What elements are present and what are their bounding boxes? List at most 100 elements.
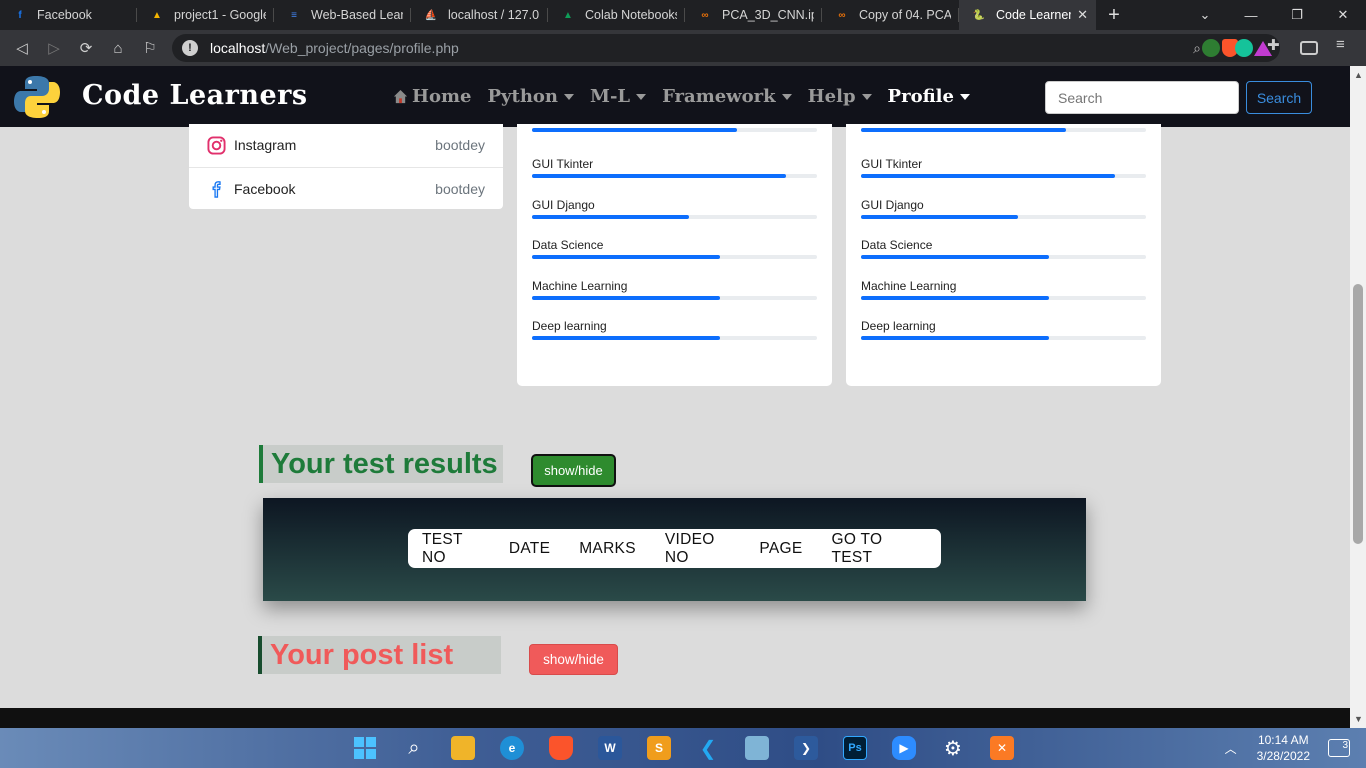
wallet-icon[interactable] [1300,41,1318,55]
skill-progress-fill [532,215,689,219]
skill-label: Data Science [861,238,933,252]
browser-tab[interactable]: ⛵ localhost / 127.0.0.1 [411,0,548,30]
extension-icon[interactable] [1202,39,1220,57]
bookmark-icon[interactable]: ⚐ [134,39,166,57]
scrollbar-thumb[interactable] [1353,284,1363,544]
skill-progress-bar [532,174,817,178]
tab-title: PCA_3D_CNN.ipynb [722,8,814,22]
browser-tab[interactable]: ≡ Web-Based Learning [274,0,411,30]
google-drive-icon: ▲ [152,9,162,21]
caret-down-icon [781,93,792,100]
browser-tab[interactable]: ▲ project1 - Google Drive [137,0,274,30]
column-header: VIDEO NO [664,530,715,566]
skill-label: GUI Tkinter [861,157,923,171]
browser-toolbar: ◁ ▷ ⟳ ⌂ ⚐ ! localhost /Web_project/pages… [0,30,1366,66]
extensions-puzzle-icon[interactable]: ✚ [1267,36,1285,54]
skill-label: Data Science [532,238,604,252]
url-path: /Web_project/pages/profile.php [265,40,459,56]
powershell-icon[interactable]: ❯ [794,736,818,760]
skill-progress-bar [532,128,817,132]
nav-item-m-l[interactable]: M-L [590,86,647,107]
skills-card: GUI Tkinter GUI Django Data Science Machine… [517,124,832,386]
back-icon[interactable]: ◁ [6,39,38,57]
reload-icon[interactable]: ⟳ [70,39,102,57]
nav-label: Profile [887,86,954,107]
google-docs-icon: ≡ [291,9,297,21]
python-logo-icon[interactable] [14,74,60,120]
site-search-input[interactable] [1045,81,1239,114]
restore-icon[interactable]: ❐ [1274,7,1320,23]
site-brand[interactable]: Code Learners [82,80,308,111]
skill-label: Machine Learning [532,279,628,293]
social-value: bootdey [435,137,485,153]
browser-tab-active[interactable]: 🐍 Code Learners ✕ [959,0,1096,30]
social-row-facebook[interactable]: Facebook bootdey [189,167,503,209]
skill-label: Deep learning [532,319,607,333]
scroll-down-icon[interactable]: ▼ [1354,714,1363,724]
zoom-app-icon[interactable]: ▶ [892,736,916,760]
tab-search-chevron-icon[interactable]: ⌄ [1182,7,1228,23]
menu-icon[interactable]: ≡ [1336,36,1354,54]
skill-progress-bar [861,215,1146,219]
site-navbar: Code Learners Home Python M-L Framework Help… [0,66,1350,127]
python-icon: 🐍 [972,9,986,21]
nav-item-help[interactable]: Help [808,86,872,107]
clock-date: 3/28/2022 [1256,749,1310,763]
nav-item-home[interactable]: Home [393,86,472,107]
instagram-icon [207,135,226,155]
column-header: PAGE [759,539,803,557]
skill-progress-fill [861,336,1050,340]
page-scrollbar[interactable]: ▲ ▼ [1350,66,1366,728]
test-results-toggle-button[interactable]: show/hide [531,454,616,487]
site-search-button[interactable]: Search [1246,81,1312,114]
skill-progress-bar [861,255,1146,259]
column-header: GO TO TEST [831,530,883,566]
browser-tab[interactable]: ∞ PCA_3D_CNN.ipynb [685,0,822,30]
search-icon[interactable]: ⌕ [402,736,426,760]
home-icon[interactable]: ⌂ [102,40,134,57]
new-tab-button[interactable]: + [1096,4,1132,27]
edge-icon[interactable]: e [500,736,524,760]
nav-item-framework[interactable]: Framework [662,86,792,107]
tray-chevron-up-icon[interactable]: ︿ [1225,740,1237,757]
clock[interactable]: 10:14 AM 3/28/2022 [1257,732,1310,764]
minimize-icon[interactable]: — [1228,8,1274,23]
social-row-instagram[interactable]: Instagram bootdey [189,124,503,166]
browser-tab[interactable]: ▲ Colab Notebooks - Google [548,0,685,30]
close-window-icon[interactable]: ✕ [1320,7,1366,23]
notification-center-icon[interactable]: 3 [1328,739,1350,757]
skill-progress-fill [861,215,1018,219]
nav-label: Home [412,86,472,107]
nav-label: Python [487,86,559,107]
tab-title: Colab Notebooks - Google [585,8,677,22]
skill-progress-bar [532,255,817,259]
nav-item-profile[interactable]: Profile [888,86,970,107]
colab-icon: ∞ [838,9,846,21]
site-info-icon[interactable]: ! [182,40,198,56]
xampp-icon[interactable]: ✕ [990,736,1014,760]
start-icon[interactable] [353,736,377,760]
grammarly-icon[interactable] [1235,39,1253,57]
settings-gear-icon[interactable]: ⚙ [941,736,965,760]
sublime-text-icon[interactable]: S [647,736,671,760]
skill-progress-fill [861,174,1115,178]
word-icon[interactable]: W [598,736,622,760]
tab-title: Code Learners [996,8,1072,22]
post-list-toggle-button[interactable]: show/hide [529,644,618,675]
notebook-app-icon[interactable] [745,736,769,760]
forward-icon[interactable]: ▷ [38,39,70,57]
skill-label: Deep learning [861,319,936,333]
brave-icon[interactable] [549,736,573,760]
close-tab-icon[interactable]: ✕ [1077,7,1088,23]
browser-tab[interactable]: ∞ Copy of 04. PCA+M [822,0,959,30]
vscode-icon[interactable]: ❮ [696,736,720,760]
address-bar[interactable]: ! localhost /Web_project/pages/profile.p… [172,34,1280,62]
table-header-row: TEST NO DATE MARKS VIDEO NO PAGE GO TO TEST [408,529,941,568]
nav-item-python[interactable]: Python [488,86,575,107]
zoom-icon[interactable]: ⌕ [1193,40,1201,57]
photoshop-icon[interactable]: Ps [843,736,867,760]
scroll-up-icon[interactable]: ▲ [1354,70,1363,80]
browser-tab[interactable]: f Facebook [0,0,137,30]
skill-progress-bar [861,128,1146,132]
file-explorer-icon[interactable] [451,736,475,760]
